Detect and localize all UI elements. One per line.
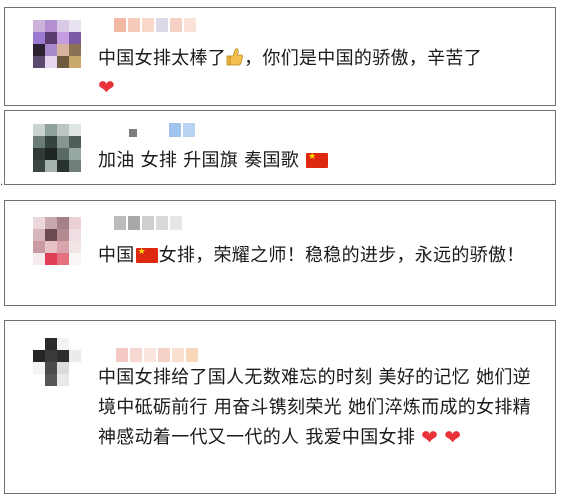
comment-card: 中国女排太棒了 ，你们是中国的骄傲，辛苦了 ❤	[4, 7, 556, 106]
comment-text: 加油 女排 升国旗 奏国歌	[98, 146, 531, 175]
username[interactable]	[116, 348, 198, 362]
comment-text: 中国女排给了国人无数难忘的时刻 美好的记忆 她们逆境中砥砺前行 用奋斗镌刻荣光 …	[98, 363, 531, 453]
separator-mark: ·	[0, 180, 4, 191]
heart-icon: ❤	[444, 425, 462, 449]
avatar[interactable]	[33, 20, 81, 68]
separator-mark: ·	[551, 180, 555, 191]
avatar[interactable]	[33, 217, 81, 265]
comment-card: 中国女排给了国人无数难忘的时刻 美好的记忆 她们逆境中砥砺前行 用奋斗镌刻荣光 …	[4, 320, 556, 494]
comment-card: 中国 女排，荣耀之师！稳稳的进步，永远的骄傲！	[4, 200, 556, 306]
avatar[interactable]	[33, 124, 81, 172]
china-flag-icon	[135, 246, 158, 263]
thumbs-up-icon	[226, 48, 244, 66]
username[interactable]	[129, 123, 195, 137]
comment-text-part: 中国女排给了国人无数难忘的时刻 美好的记忆 她们逆境中砥砺前行 用奋斗镌刻荣光 …	[98, 367, 531, 448]
comment-text: 中国 女排，荣耀之师！稳稳的进步，永远的骄傲！	[98, 241, 531, 270]
avatar[interactable]	[33, 338, 81, 386]
comment-text-part: 中国	[98, 245, 135, 266]
comment-card: 加油 女排 升国旗 奏国歌	[4, 110, 556, 185]
username[interactable]	[114, 216, 182, 230]
heart-icon: ❤	[98, 75, 116, 99]
comment-text-part: 加油 女排 升国旗 奏国歌	[98, 150, 300, 171]
china-flag-icon	[306, 151, 329, 168]
heart-icon: ❤	[421, 425, 439, 449]
comment-text-part: 中国女排太棒了	[98, 48, 227, 69]
comment-text-part: ，你们是中国的骄傲，辛苦了	[244, 48, 483, 69]
comment-text-part: 女排，荣耀之师！稳稳的进步，永远的骄傲！	[158, 245, 525, 266]
comment-text: 中国女排太棒了 ，你们是中国的骄傲，辛苦了 ❤	[98, 44, 531, 102]
username[interactable]	[114, 18, 196, 32]
